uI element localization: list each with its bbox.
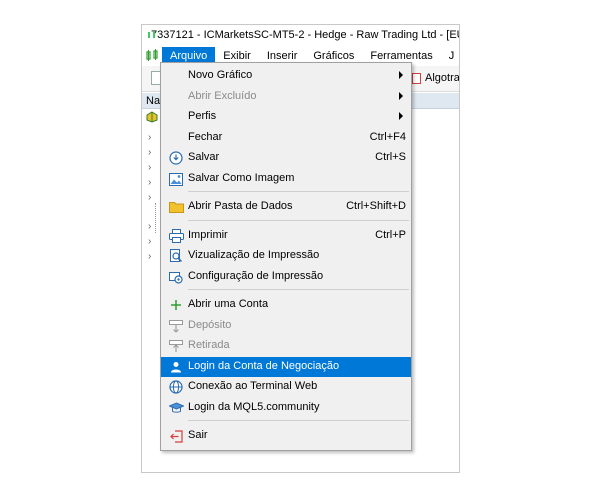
menu-item-label: Salvar Como Imagem [188, 172, 295, 184]
menu-item-shortcut: Ctrl+S [375, 151, 406, 163]
menu-separator [188, 289, 409, 290]
menu-item-label: Salvar [188, 151, 220, 163]
tree-expand-icon[interactable]: › [148, 147, 151, 158]
menu-item-label: Login da Conta de Negociação [188, 360, 340, 372]
menu-separator [188, 420, 409, 421]
image-icon [168, 171, 184, 187]
chart-window-icon[interactable] [146, 49, 160, 63]
algo-trading-icon [412, 72, 421, 84]
menu-item-label: Perfis [188, 110, 217, 122]
save-icon [168, 150, 184, 166]
submenu-arrow-icon [399, 92, 403, 100]
print-preview-icon [168, 248, 184, 264]
title-bar: 7337121 - ICMarketsSC-MT5-2 - Hedge - Ra… [142, 25, 460, 45]
menu-item-deposito[interactable]: Depósito [161, 316, 411, 336]
algo-trading-button[interactable]: Algotra [412, 72, 460, 84]
arquivo-dropdown-menu: Novo Gráfico Abrir Excluído Perfis Fecha… [160, 62, 412, 451]
user-icon [168, 359, 184, 375]
menu-item-abrir-pasta-de-dados[interactable]: Abrir Pasta de Dados Ctrl+Shift+D [161, 197, 411, 217]
tree-expand-icon[interactable]: › [148, 236, 151, 247]
menu-item-shortcut: Ctrl+Shift+D [346, 200, 406, 212]
menu-janela[interactable]: J [441, 47, 459, 65]
menu-item-retirada[interactable]: Retirada [161, 336, 411, 356]
menu-item-label: Abrir Excluído [188, 90, 257, 102]
menu-item-novo-grafico[interactable]: Novo Gráfico [161, 66, 411, 86]
menu-item-perfis[interactable]: Perfis [161, 107, 411, 127]
submenu-arrow-icon [399, 71, 403, 79]
menu-item-shortcut: Ctrl+P [375, 229, 406, 241]
window-title: 7337121 - ICMarketsSC-MT5-2 - Hedge - Ra… [151, 29, 460, 41]
menu-item-conexao-ao-terminal-web[interactable]: Conexão ao Terminal Web [161, 377, 411, 397]
menu-item-label: Imprimir [188, 229, 228, 241]
tree-expand-icon[interactable]: › [148, 177, 151, 188]
menu-item-configuracao-de-impressao[interactable]: Configuração de Impressão [161, 267, 411, 287]
menu-item-fechar[interactable]: Fechar Ctrl+F4 [161, 128, 411, 148]
menu-separator [188, 220, 409, 221]
navigator-root-icon[interactable] [146, 111, 158, 123]
tree-expand-icon[interactable]: › [148, 221, 151, 232]
menu-item-label: Retirada [188, 339, 230, 351]
tree-expand-icon[interactable]: › [148, 251, 151, 262]
tree-expand-icon[interactable]: › [148, 162, 151, 173]
menu-item-imprimir[interactable]: Imprimir Ctrl+P [161, 226, 411, 246]
menu-item-abrir-excluido[interactable]: Abrir Excluído [161, 87, 411, 107]
menu-separator [188, 191, 409, 192]
menu-item-login-da-conta-de-negociacao[interactable]: Login da Conta de Negociação [161, 357, 411, 377]
tree-expand-icon[interactable]: › [148, 132, 151, 143]
menu-item-label: Depósito [188, 319, 232, 331]
plus-icon [168, 297, 184, 313]
submenu-arrow-icon [399, 112, 403, 120]
menu-item-label: Vizualização de Impressão [188, 249, 320, 261]
menu-item-label: Abrir uma Conta [188, 298, 269, 310]
print-settings-icon [168, 269, 184, 285]
menu-item-label: Conexão ao Terminal Web [188, 380, 318, 392]
menu-item-label: Sair [188, 429, 208, 441]
algo-trading-label: Algotra [425, 72, 460, 84]
mql5-cap-icon [168, 400, 184, 416]
menu-item-vizualizacao-de-impressao[interactable]: Vizualização de Impressão [161, 246, 411, 266]
menu-item-label: Abrir Pasta de Dados [188, 200, 293, 212]
menu-item-abrir-uma-conta[interactable]: Abrir uma Conta [161, 295, 411, 315]
printer-icon [168, 228, 184, 244]
menu-item-label: Login da MQL5.community [188, 401, 320, 413]
withdraw-icon [168, 338, 184, 354]
folder-icon [168, 199, 184, 215]
menu-item-salvar[interactable]: Salvar Ctrl+S [161, 148, 411, 168]
tree-expand-icon[interactable]: › [148, 192, 151, 203]
menu-item-login-da-mql5-community[interactable]: Login da MQL5.community [161, 398, 411, 418]
menu-item-label: Configuração de Impressão [188, 270, 324, 282]
globe-icon [168, 379, 184, 395]
menu-item-shortcut: Ctrl+F4 [369, 131, 406, 143]
exit-icon [168, 428, 184, 444]
menu-item-label: Novo Gráfico [188, 69, 253, 81]
menu-item-label: Fechar [188, 131, 223, 143]
menu-item-salvar-como-imagem[interactable]: Salvar Como Imagem [161, 169, 411, 189]
menu-item-sair[interactable]: Sair [161, 426, 411, 446]
deposit-icon [168, 318, 184, 334]
tree-connector [155, 203, 156, 233]
